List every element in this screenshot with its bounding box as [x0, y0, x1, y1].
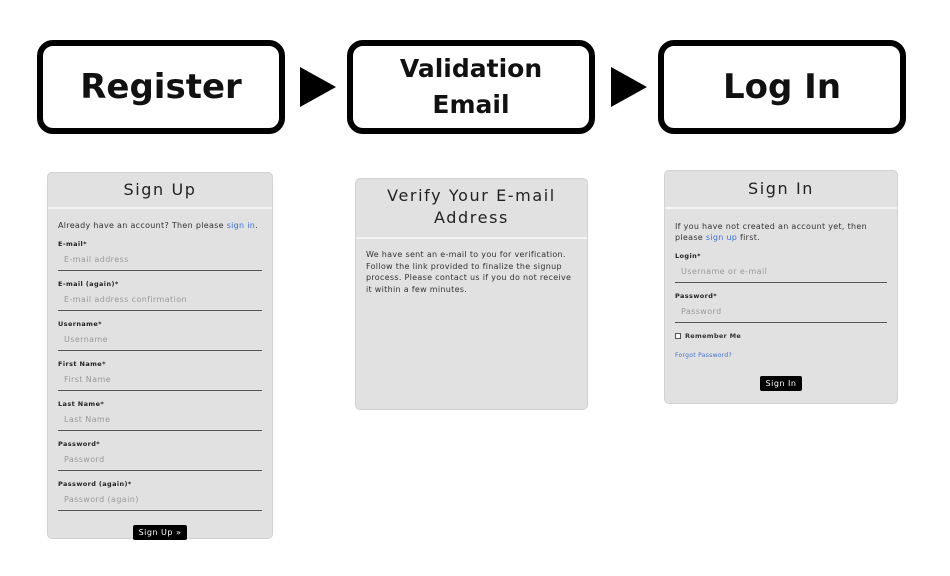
username-label: Username* — [58, 320, 102, 328]
password-field: Password* Password — [58, 440, 262, 471]
step-log-in: Log In — [658, 40, 906, 134]
last-name-field: Last Name* Last Name — [58, 400, 262, 431]
verify-card: Verify Your E-mail Address We have sent … — [355, 178, 588, 410]
password-label: Password* — [58, 440, 101, 448]
login-field: Login* Username or e-mail — [675, 252, 887, 283]
last-name-input[interactable]: Last Name — [58, 412, 262, 431]
email-confirm-field: E-mail (again)* E-mail address confirmat… — [58, 280, 262, 311]
sign-up-link[interactable]: sign up — [706, 233, 737, 242]
first-name-label: First Name* — [58, 360, 106, 368]
verify-title: Verify Your E-mail Address — [356, 179, 587, 239]
signup-title: Sign Up — [48, 173, 272, 209]
signup-intro: Already have an account? Then please sig… — [58, 221, 259, 230]
signup-card: Sign Up Already have an account? Then pl… — [47, 172, 273, 540]
email-confirm-input[interactable]: E-mail address confirmation — [58, 292, 262, 311]
step-validation-email: Validation Email — [347, 40, 595, 134]
remember-me-checkbox[interactable] — [675, 333, 681, 339]
email-input[interactable]: E-mail address — [58, 252, 262, 271]
sign-up-button[interactable]: Sign Up » — [132, 525, 188, 540]
arrow-right-icon — [611, 67, 647, 107]
password-input[interactable]: Password — [58, 452, 262, 471]
step-register: Register — [37, 40, 285, 134]
username-input[interactable]: Username — [58, 332, 262, 351]
step-validation-email-label: Validation Email — [399, 54, 543, 119]
signin-password-input[interactable]: Password — [675, 304, 887, 323]
remember-me-row: Remember Me — [675, 332, 887, 340]
email-confirm-label: E-mail (again)* — [58, 280, 119, 288]
signin-title: Sign In — [665, 171, 897, 209]
first-name-input[interactable]: First Name — [58, 372, 262, 391]
email-field: E-mail* E-mail address — [58, 240, 262, 271]
forgot-password-link[interactable]: Forgot Password? — [675, 352, 887, 359]
signin-password-label: Password* — [675, 292, 718, 300]
verify-message: We have sent an e-mail to you for verifi… — [366, 250, 572, 294]
step-register-label: Register — [80, 67, 242, 107]
login-input[interactable]: Username or e-mail — [675, 264, 887, 283]
arrow-right-icon — [300, 67, 336, 107]
sign-in-button[interactable]: Sign In — [759, 376, 803, 391]
email-label: E-mail* — [58, 240, 87, 248]
sign-in-link[interactable]: sign in — [227, 221, 255, 230]
password-confirm-input[interactable]: Password (again) — [58, 492, 262, 511]
signin-password-field: Password* Password — [675, 292, 887, 323]
first-name-field: First Name* First Name — [58, 360, 262, 391]
remember-me-label: Remember Me — [685, 332, 742, 340]
signin-intro: If you have not created an account yet, … — [675, 222, 868, 242]
password-confirm-label: Password (again)* — [58, 480, 132, 488]
signin-card: Sign In If you have not created an accou… — [664, 170, 898, 404]
last-name-label: Last Name* — [58, 400, 105, 408]
password-confirm-field: Password (again)* Password (again) — [58, 480, 262, 511]
username-field: Username* Username — [58, 320, 262, 351]
step-log-in-label: Log In — [722, 67, 842, 107]
login-label: Login* — [675, 252, 701, 260]
